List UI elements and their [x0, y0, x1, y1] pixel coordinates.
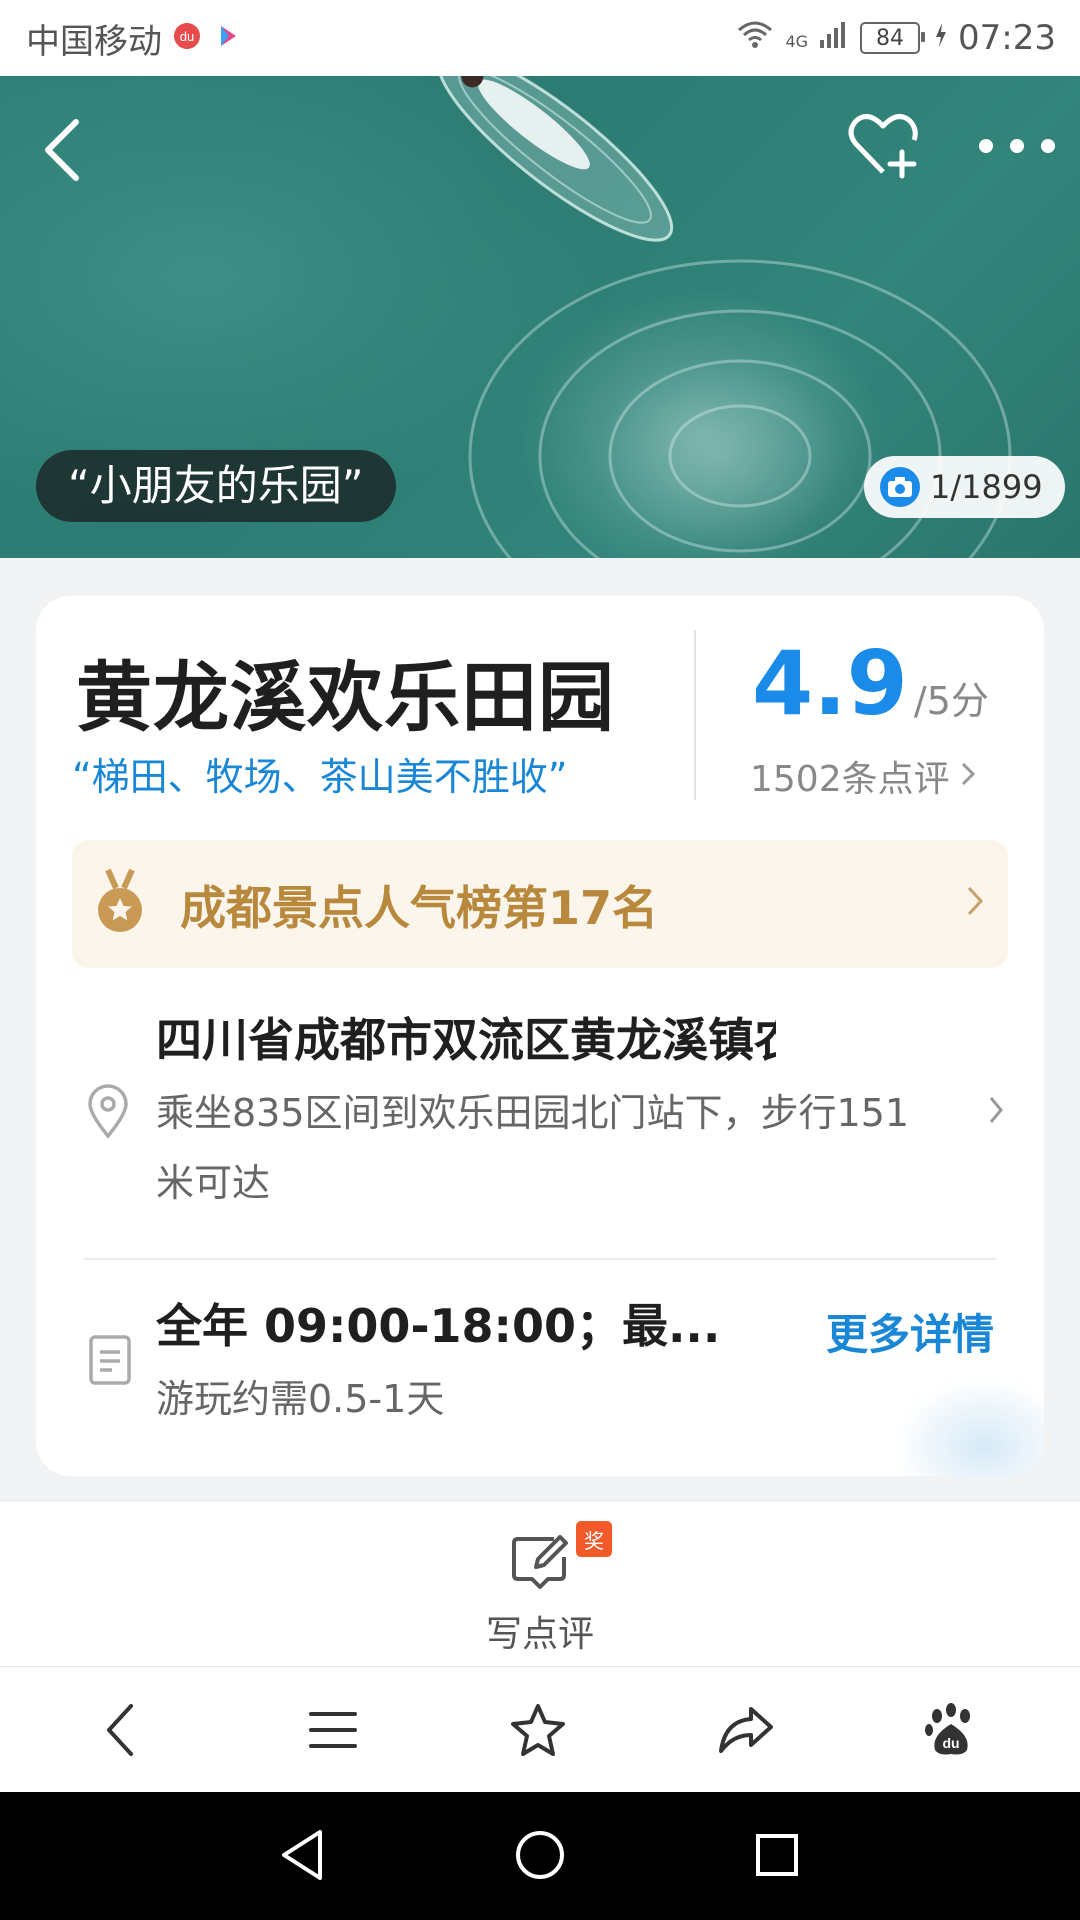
hero-photo[interactable]: “小朋友的乐园” 1/1899: [0, 76, 1080, 558]
rating-unit: /5分: [913, 679, 989, 723]
baidu-app-icon: du: [172, 20, 202, 56]
system-nav-bar: [0, 1792, 1080, 1920]
review-bar: 奖 写点评: [0, 1500, 1080, 1667]
charging-icon: [934, 18, 948, 58]
address-text: 四川省成都市双流区黄龙溪镇农...: [156, 1013, 776, 1067]
carrier-name: 中国移动: [26, 21, 162, 62]
address-row[interactable]: 四川省成都市双流区黄龙溪镇农... 乘坐835区间到欢乐田园北门站下，步行151…: [36, 988, 1044, 1228]
share-icon[interactable]: [713, 1697, 779, 1763]
ranking-banner[interactable]: 成都景点人气榜第17名: [72, 840, 1008, 968]
medal-icon: [92, 868, 148, 938]
nav-recents-icon[interactable]: [744, 1822, 810, 1888]
rating-value: 4.9: [752, 632, 908, 735]
status-bar: 中国移动 du 4G 84 07:23: [0, 0, 1080, 76]
nav-back-icon[interactable]: [270, 1822, 336, 1888]
poi-title: 黄龙溪欢乐田园: [76, 653, 615, 742]
chevron-right-icon: [966, 884, 984, 922]
menu-icon[interactable]: [300, 1697, 366, 1763]
nav-home-icon[interactable]: [507, 1822, 573, 1888]
back-icon[interactable]: [36, 114, 92, 184]
prize-badge: 奖: [576, 1521, 612, 1557]
star-icon[interactable]: [505, 1697, 571, 1763]
ranking-text: 成都景点人气榜第17名: [180, 881, 659, 935]
poi-info-card: 黄龙溪欢乐田园 “梯田、牧场、茶山美不胜收” 4.9 /5分 1502条点评 成…: [36, 596, 1044, 1476]
battery-indicator: 84: [860, 22, 926, 54]
camera-icon: [880, 467, 920, 507]
visit-duration: 游玩约需0.5-1天: [156, 1377, 445, 1421]
more-details-button[interactable]: 更多详情: [826, 1304, 996, 1366]
favorite-add-icon[interactable]: [844, 106, 922, 184]
photo-count-text: 1/1899: [930, 468, 1043, 506]
location-pin-icon: [86, 1084, 130, 1144]
baidu-paw-icon[interactable]: du: [918, 1697, 984, 1763]
svg-text:du: du: [942, 1735, 959, 1751]
hours-row: 全年 09:00-18:00；最... 游玩约需0.5-1天 更多详情: [36, 1260, 1044, 1476]
document-icon: [88, 1334, 132, 1390]
more-icon[interactable]: [972, 128, 1062, 164]
photo-caption: “小朋友的乐园”: [36, 450, 396, 522]
browser-toolbar: du: [0, 1666, 1080, 1793]
transit-directions: 乘坐835区间到欢乐田园北门站下，步行151米可达: [156, 1091, 910, 1205]
write-review-button[interactable]: 奖 写点评: [470, 1521, 612, 1655]
poi-tagline: “梯田、牧场、茶山美不胜收”: [72, 755, 568, 799]
divider: [694, 630, 696, 800]
write-review-label: 写点评: [485, 1614, 594, 1655]
svg-text:du: du: [180, 29, 194, 44]
signal-icon: [818, 18, 850, 59]
youku-app-icon: [212, 20, 242, 56]
network-type: 4G: [785, 31, 809, 51]
back-icon[interactable]: [88, 1697, 154, 1763]
reviews-link[interactable]: 1502条点评: [750, 750, 976, 802]
review-count: 1502条点评: [750, 759, 950, 800]
wifi-icon: [735, 18, 775, 59]
chevron-right-icon: [988, 1094, 1004, 1130]
clock: 07:23: [958, 18, 1056, 58]
chevron-right-icon: [960, 756, 976, 797]
photo-counter[interactable]: 1/1899: [864, 456, 1065, 518]
opening-hours: 全年 09:00-18:00；最...: [156, 1299, 721, 1353]
edit-icon: [510, 1531, 572, 1597]
rating-score: 4.9 /5分: [752, 632, 989, 735]
